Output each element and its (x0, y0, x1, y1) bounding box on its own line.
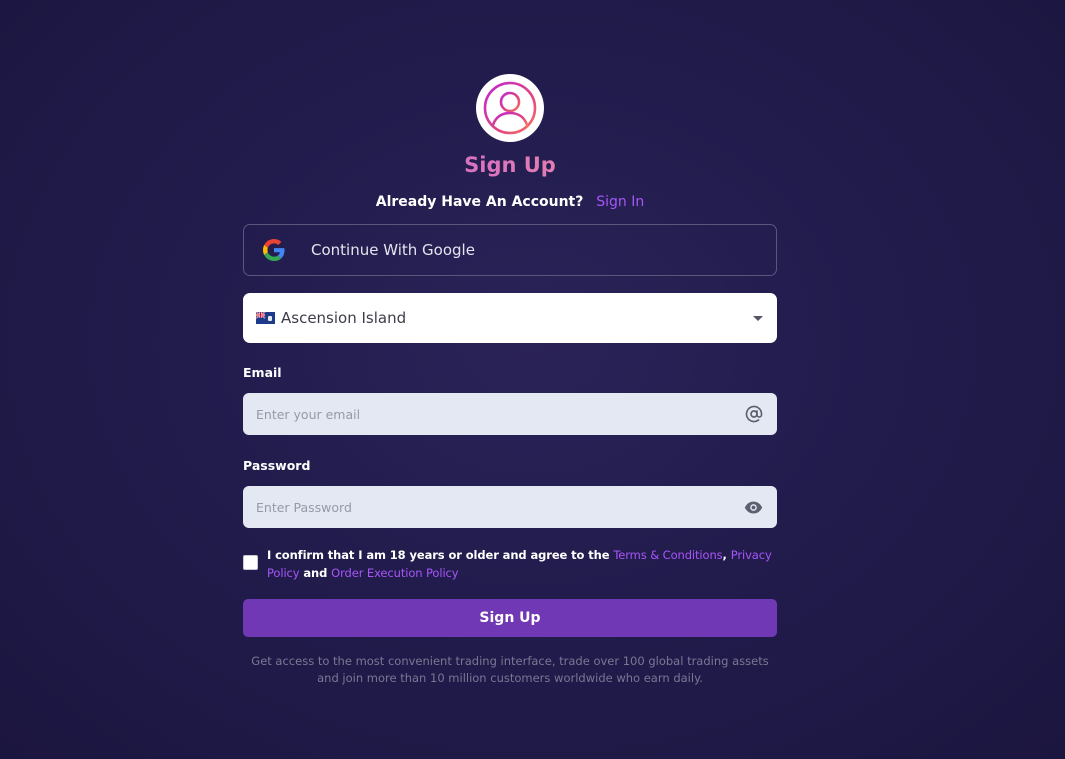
eye-icon[interactable] (744, 498, 763, 517)
signup-form: Sign Up Already Have An Account? Sign In… (243, 74, 777, 687)
sign-up-button[interactable]: Sign Up (243, 599, 777, 637)
avatar (476, 74, 544, 142)
footer-note: Get access to the most convenient tradin… (251, 654, 769, 685)
password-label: Password (243, 458, 311, 473)
at-sign-icon (745, 405, 763, 423)
user-circle-icon (483, 81, 537, 135)
consent-statement: I confirm that I am 18 years or older an… (267, 548, 614, 562)
age-terms-checkbox[interactable] (243, 555, 258, 570)
page-title: Sign Up (243, 152, 777, 178)
caret-down-icon (753, 315, 763, 321)
sign-in-link[interactable]: Sign In (596, 194, 644, 210)
consent-row: I confirm that I am 18 years or older an… (243, 546, 777, 582)
order-execution-policy-link[interactable]: Order Execution Policy (331, 566, 458, 580)
password-field-container (243, 486, 777, 528)
email-label: Email (243, 365, 282, 380)
account-question: Already Have An Account? (375, 194, 584, 210)
consent-comma: , (722, 548, 731, 562)
email-field[interactable] (256, 406, 745, 422)
consent-text: I confirm that I am 18 years or older an… (267, 546, 777, 582)
country-select[interactable]: Ascension Island (243, 293, 777, 343)
password-field[interactable] (256, 499, 744, 515)
email-field-container (243, 393, 777, 435)
continue-with-google-button[interactable]: Continue With Google (243, 224, 777, 276)
consent-and: and (299, 566, 332, 580)
terms-link[interactable]: Terms & Conditions (613, 548, 722, 562)
sign-in-prompt: Already Have An Account? Sign In (243, 192, 777, 212)
country-selected-value: Ascension Island (281, 309, 407, 327)
ascension-island-flag-icon (256, 312, 275, 324)
google-icon (263, 239, 285, 261)
google-button-label: Continue With Google (311, 241, 475, 259)
